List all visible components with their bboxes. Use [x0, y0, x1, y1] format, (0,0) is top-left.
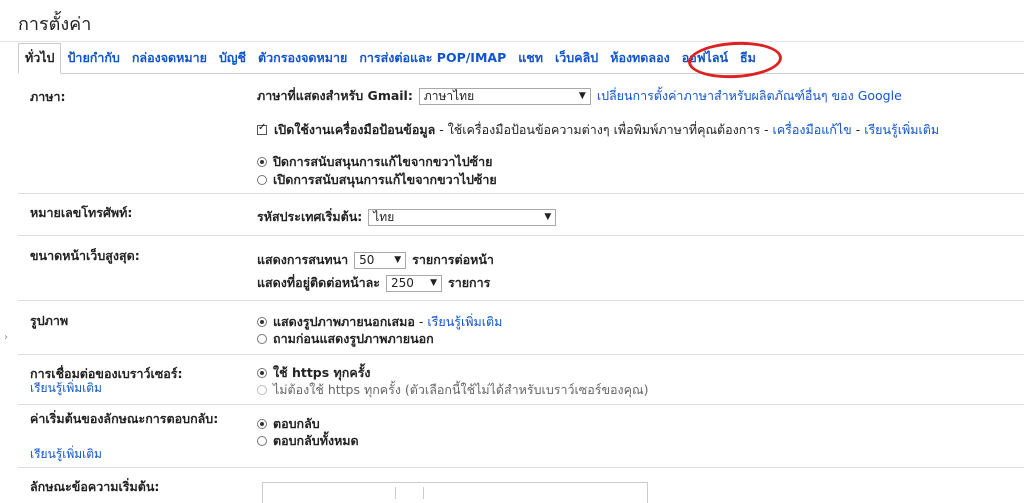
always-show-images-label: แสดงรูปภาพภายนอกเสมอ: [273, 314, 415, 329]
tab-labels[interactable]: ป้ายกำกับ: [61, 48, 125, 73]
chevron-down-icon: ▼: [578, 91, 586, 101]
rtl-on-radio[interactable]: [257, 174, 267, 185]
chevron-down-icon: ▼: [544, 212, 552, 222]
display-language-label: ภาษาที่แสดงสำหรับ Gmail:: [257, 88, 413, 103]
reply-radio[interactable]: [257, 418, 267, 429]
input-tools-edit-link[interactable]: เครื่องมือแก้ไข: [773, 122, 852, 137]
contacts-prefix: แสดงที่อยู่ติดต่อหน้าละ: [257, 275, 381, 290]
country-code-value: ไทย: [373, 210, 395, 224]
chevron-down-icon: ▼: [430, 278, 438, 288]
display-language-value: ภาษาไทย: [423, 89, 475, 103]
rtl-off-radio[interactable]: [257, 156, 267, 167]
always-https-radio[interactable]: [257, 367, 267, 378]
toolbar-separator: [423, 487, 424, 499]
tab-filters[interactable]: ตัวกรองจดหมาย: [252, 48, 353, 73]
images-learn-more-link[interactable]: เรียนรู้เพิ่มเติม: [427, 314, 502, 329]
country-code-select[interactable]: ไทย ▼: [368, 209, 557, 226]
language-setting: ภาษา: ภาษาที่แสดงสำหรับ Gmail: ภาษาไทย ▼…: [18, 74, 1024, 194]
always-https-label: ใช้ https ทุกครั้ง: [273, 365, 371, 380]
input-tools-label: เปิดใช้งานเครื่องมือป้อนข้อมูล: [274, 122, 436, 137]
browser-learn-more-link[interactable]: เรียนรู้เพิ่มเติม: [30, 379, 102, 398]
reply-all-radio[interactable]: [257, 435, 267, 446]
settings-tabs: ทั่วไป ป้ายกำกับ กล่องจดหมาย บัญชี ตัวกร…: [18, 43, 1024, 74]
contacts-per-page-select[interactable]: 250 ▼: [386, 275, 443, 292]
text-style-label: ลักษณะข้อความเริ่มต้น:: [30, 479, 160, 494]
reply-all-label: ตอบกลับทั้งหมด: [273, 433, 359, 448]
rtl-on-label: เปิดการสนับสนุนการแก้ไขจากขวาไปซ้าย: [273, 172, 497, 187]
input-tools-checkbox[interactable]: [257, 122, 267, 135]
conversations-prefix: แสดงการสนทนา: [257, 252, 349, 267]
images-label: รูปภาพ: [30, 313, 69, 328]
input-tools-learn-more-link[interactable]: เรียนรู้เพิ่มเติม: [864, 122, 939, 137]
page-size-setting: ขนาดหน้าเว็บสูงสุด: แสดงการสนทนา 50 ▼ รา…: [18, 236, 1024, 301]
tab-labs[interactable]: ห้องทดลอง: [604, 48, 675, 73]
contacts-per-page-value: 250: [391, 276, 414, 290]
page-size-label: ขนาดหน้าเว็บสูงสุด:: [30, 248, 140, 263]
always-show-images-radio[interactable]: [257, 316, 267, 327]
text-style-toolbar[interactable]: [262, 482, 648, 503]
display-language-select[interactable]: ภาษาไทย ▼: [418, 88, 591, 105]
tab-web-clips[interactable]: เว็บคลิป: [549, 48, 604, 73]
no-https-radio: [257, 384, 267, 395]
separator-dash: -: [414, 314, 428, 329]
country-code-label: รหัสประเทศเริ่มต้น:: [257, 209, 363, 224]
phone-label: หมายเลขโทรศัพท์:: [30, 205, 133, 220]
page-title: การตั้งค่า: [18, 14, 92, 35]
ask-before-images-radio[interactable]: [257, 333, 267, 344]
tab-forwarding-pop-imap[interactable]: การส่งต่อและ POP/IMAP: [353, 48, 512, 73]
tab-general[interactable]: ทั่วไป: [18, 43, 62, 74]
chevron-down-icon: ▼: [394, 255, 402, 265]
tab-accounts[interactable]: บัญชี: [213, 48, 252, 73]
rtl-off-label: ปิดการสนับสนุนการแก้ไขจากขวาไปซ้าย: [273, 154, 493, 169]
contacts-suffix: รายการ: [448, 275, 491, 290]
toolbar-separator: [395, 487, 396, 499]
conversations-per-page-select[interactable]: 50 ▼: [354, 252, 407, 269]
conversations-suffix: รายการต่อหน้า: [412, 252, 494, 267]
input-tools-description: - ใช้เครื่องมือป้อนข้อความต่างๆ เพื่อพิม…: [435, 122, 773, 137]
images-setting: รูปภาพ แสดงรูปภาพภายนอกเสมอ - เรียนรู้เพ…: [18, 301, 1024, 355]
change-language-link[interactable]: เปลี่ยนการตั้งค่าภาษาสำหรับผลิตภัณฑ์อื่น…: [597, 88, 902, 103]
reply-behavior-setting: ค่าเริ่มต้นของลักษณะการตอบกลับ: เรียนรู้…: [18, 405, 1024, 468]
no-https-label: ไม่ต้องใช้ https ทุกครั้ง (ตัวเลือกนี้ใช…: [273, 382, 649, 397]
browser-connection-setting: การเชื่อมต่อของเบราว์เซอร์: เรียนรู้เพิ่…: [18, 355, 1024, 405]
tab-inbox[interactable]: กล่องจดหมาย: [126, 48, 213, 73]
tab-chat[interactable]: แชท: [512, 48, 549, 73]
conversations-per-page-value: 50: [359, 253, 375, 267]
edge-marker: ›: [4, 332, 8, 343]
reply-learn-more-link[interactable]: เรียนรู้เพิ่มเติม: [30, 445, 102, 464]
ask-before-images-label: ถามก่อนแสดงรูปภาพภายนอก: [273, 331, 434, 346]
header-divider: [0, 41, 1024, 42]
separator-dash: -: [851, 122, 865, 137]
reply-label: ตอบกลับ: [273, 416, 320, 431]
phone-setting: หมายเลขโทรศัพท์: รหัสประเทศเริ่มต้น: ไทย…: [18, 194, 1024, 236]
language-label: ภาษา:: [30, 89, 66, 104]
reply-behavior-label: ค่าเริ่มต้นของลักษณะการตอบกลับ:: [30, 411, 219, 426]
